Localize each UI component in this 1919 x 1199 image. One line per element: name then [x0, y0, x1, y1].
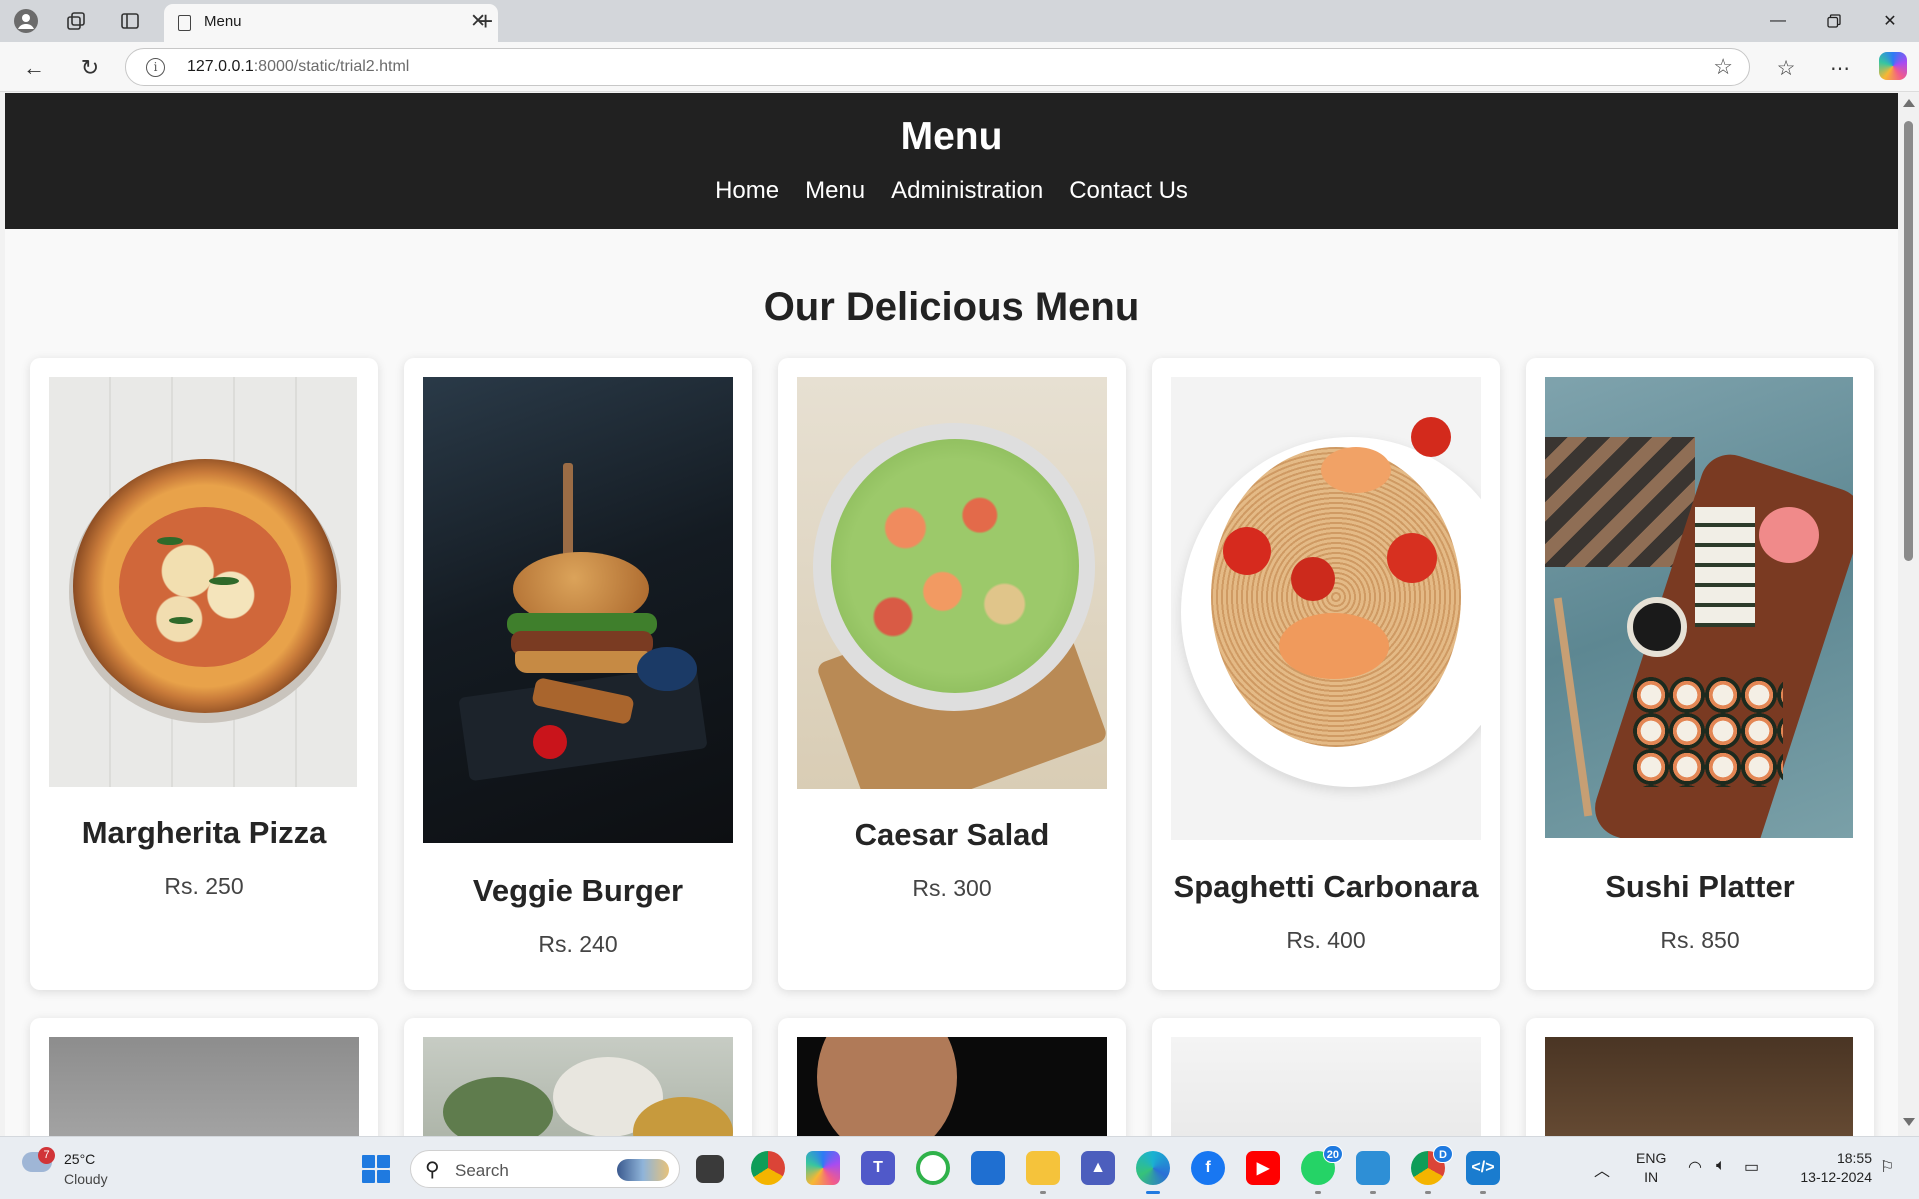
menu-heading: Our Delicious Menu [763, 285, 1140, 329]
chrome-profile-icon[interactable]: D [1411, 1145, 1453, 1194]
more-menu-icon[interactable]: ⋯ [1824, 52, 1856, 84]
site-info-icon[interactable]: i [146, 58, 165, 77]
menu-card[interactable] [1152, 1018, 1500, 1136]
site-nav: Home Menu Administration Contact Us [5, 177, 1898, 205]
menu-card[interactable]: Spaghetti Carbonara Rs. 400 [1152, 358, 1500, 990]
restore-icon[interactable] [1814, 6, 1854, 36]
menu-card[interactable]: Caesar Salad Rs. 300 [778, 358, 1126, 990]
vpn-icon[interactable]: ▲ [1081, 1151, 1115, 1185]
dish-name: Spaghetti Carbonara [1173, 869, 1479, 904]
tab-title: Menu [204, 13, 242, 30]
dish-image [1171, 1037, 1481, 1136]
dish-price: Rs. 400 [1286, 927, 1366, 953]
site-header: Menu Home Menu Administration Contact Us [5, 93, 1898, 229]
system-clock[interactable]: 18:55 13-12-2024 [1786, 1149, 1872, 1187]
tab-strip: Menu ✕ + — ✕ [0, 0, 1919, 42]
menu-card[interactable]: Margherita Pizza Rs. 250 [30, 358, 378, 990]
menu-card[interactable]: Sushi Platter Rs. 850 [1526, 358, 1874, 990]
wifi-icon[interactable]: ◠ [1688, 1157, 1702, 1177]
dish-price: Rs. 250 [164, 873, 244, 899]
url-text: 127.0.0.1:8000/static/trial2.html [187, 58, 410, 75]
dish-name: Caesar Salad [854, 817, 1050, 852]
dish-name: Sushi Platter [1605, 869, 1795, 904]
notepad-icon[interactable] [1356, 1151, 1390, 1194]
copilot-app-icon[interactable] [806, 1151, 840, 1185]
address-bar: ← ↻ i 127.0.0.1:8000/static/trial2.html … [0, 42, 1919, 92]
search-label: Search [455, 1161, 509, 1180]
dish-price: Rs. 240 [538, 931, 618, 957]
battery-icon[interactable]: ▭ [1744, 1157, 1759, 1177]
refresh-app-icon[interactable] [916, 1151, 950, 1185]
facebook-icon[interactable]: f [1191, 1151, 1225, 1185]
reload-icon[interactable]: ↻ [74, 52, 106, 84]
copilot-icon[interactable] [1879, 52, 1907, 80]
chrome-icon[interactable] [751, 1151, 785, 1185]
spaghetti-image [1171, 377, 1481, 840]
taskbar-search[interactable]: ⚲ Search [410, 1150, 680, 1188]
dish-price: Rs. 300 [912, 875, 992, 901]
tray-overflow-icon[interactable]: ︿ [1594, 1157, 1610, 1181]
menu-card[interactable]: Veggie Burger Rs. 240 [404, 358, 752, 990]
search-icon: ⚲ [425, 1159, 440, 1181]
edge-icon[interactable] [1136, 1151, 1170, 1194]
sushi-image [1545, 377, 1853, 838]
file-explorer-icon[interactable] [1026, 1151, 1060, 1194]
menu-card[interactable] [778, 1018, 1126, 1136]
search-highlight-image [617, 1159, 669, 1181]
pizza-image [49, 377, 357, 787]
weather-temp[interactable]: 25°C [64, 1151, 95, 1167]
dish-image [423, 1037, 733, 1136]
whatsapp-badge: 20 [1322, 1145, 1343, 1163]
page-icon [178, 15, 191, 31]
nav-home-link[interactable]: Home [715, 177, 779, 205]
page-viewport: Menu Home Menu Administration Contact Us… [5, 93, 1898, 1136]
weather-condition[interactable]: Cloudy [64, 1171, 108, 1187]
dish-price: Rs. 850 [1660, 927, 1740, 953]
browser-tab-active[interactable]: Menu ✕ [164, 4, 498, 42]
menu-card[interactable] [1526, 1018, 1874, 1136]
minimize-icon[interactable]: — [1758, 6, 1798, 36]
back-icon[interactable]: ← [18, 52, 50, 84]
whatsapp-icon[interactable]: 20 [1301, 1145, 1343, 1194]
dish-image [797, 1037, 1107, 1136]
nav-administration-link[interactable]: Administration [891, 177, 1043, 205]
youtube-icon[interactable]: ▶ [1246, 1151, 1280, 1185]
scroll-down-icon[interactable] [1903, 1118, 1915, 1126]
vscode-icon[interactable]: </> [1466, 1151, 1500, 1194]
windows-start-icon[interactable] [362, 1155, 390, 1183]
dish-image [1545, 1037, 1853, 1136]
store-icon[interactable] [971, 1151, 1005, 1185]
url-field[interactable]: i 127.0.0.1:8000/static/trial2.html ☆ [125, 48, 1750, 86]
menu-card[interactable] [404, 1018, 752, 1136]
favorites-icon[interactable]: ☆ [1770, 52, 1802, 84]
profile-icon[interactable] [12, 7, 40, 35]
site-title: Menu [900, 115, 1003, 158]
volume-icon[interactable]: 🔈︎ [1716, 1157, 1726, 1175]
favorite-star-icon[interactable]: ☆ [1713, 54, 1733, 80]
page-scrollbar[interactable] [1898, 93, 1919, 1136]
salad-image [797, 377, 1107, 789]
notifications-icon[interactable]: ⚐ [1880, 1157, 1894, 1177]
new-tab-icon[interactable]: + [478, 6, 493, 37]
dish-name: Veggie Burger [472, 873, 684, 908]
scroll-up-icon[interactable] [1903, 99, 1915, 107]
taskbar: 7 25°C Cloudy ⚲ Search T ▲ f ▶ 20 D </> … [0, 1136, 1919, 1199]
teams-icon[interactable]: T [861, 1151, 895, 1185]
burger-image [423, 377, 733, 843]
menu-card[interactable] [30, 1018, 378, 1136]
close-window-icon[interactable]: ✕ [1870, 6, 1910, 36]
dish-image [49, 1037, 359, 1136]
dish-name: Margherita Pizza [81, 815, 327, 850]
task-view-icon[interactable] [696, 1155, 724, 1183]
scroll-thumb[interactable] [1904, 121, 1913, 561]
language-indicator[interactable]: ENG IN [1636, 1149, 1666, 1187]
nav-contact-link[interactable]: Contact Us [1069, 177, 1188, 205]
nav-menu-link[interactable]: Menu [805, 177, 865, 205]
chrome-profile-badge: D [1433, 1145, 1453, 1163]
workspaces-icon[interactable] [62, 7, 90, 35]
weather-badge: 7 [38, 1147, 55, 1164]
vertical-tabs-icon[interactable] [116, 7, 144, 35]
